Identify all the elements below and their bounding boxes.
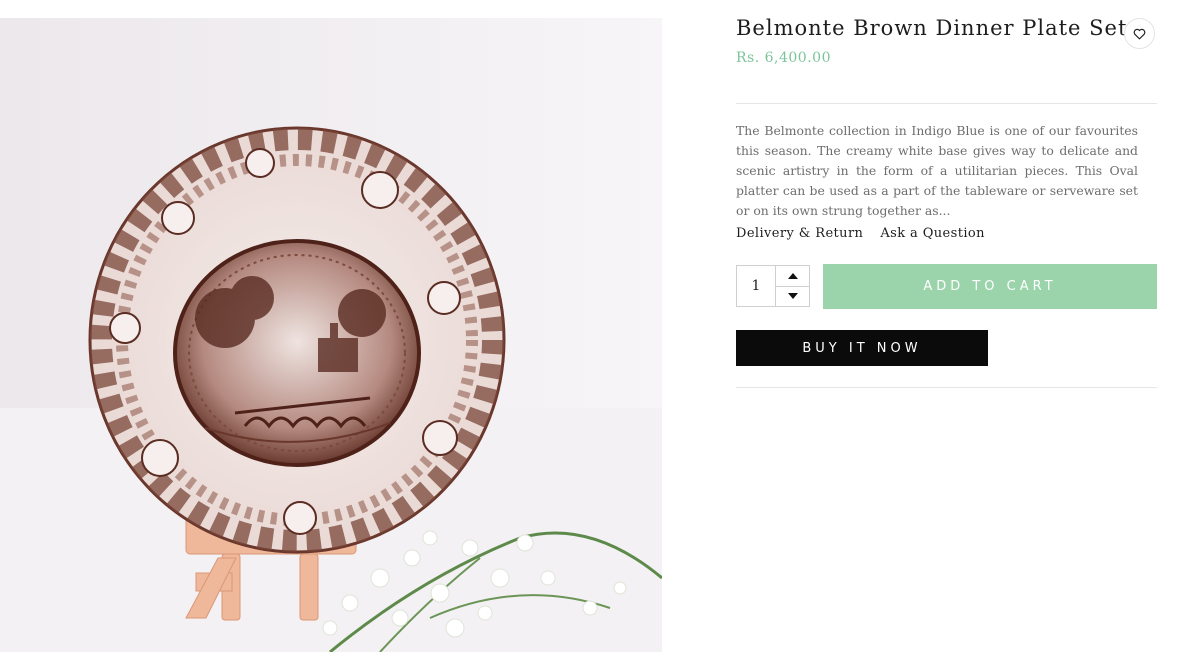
- plate: [88, 126, 506, 554]
- product-description: The Belmonte collection in Indigo Blue i…: [736, 123, 1138, 218]
- divider: [736, 103, 1157, 104]
- wishlist-button[interactable]: [1124, 18, 1155, 49]
- product-image[interactable]: [0, 18, 662, 652]
- caret-down-icon: [787, 293, 798, 300]
- heart-icon: [1133, 28, 1146, 39]
- add-to-cart-button[interactable]: ADD TO CART: [823, 264, 1157, 309]
- product-price: Rs. 6,400.00: [736, 50, 831, 66]
- delivery-return-link[interactable]: Delivery & Return: [736, 226, 863, 241]
- quantity-stepper: [736, 265, 810, 307]
- buy-now-button[interactable]: BUY IT NOW: [736, 330, 988, 366]
- quantity-increase-button[interactable]: [776, 266, 809, 286]
- quantity-buttons: [775, 266, 809, 306]
- quantity-decrease-button[interactable]: [776, 285, 809, 307]
- ask-question-link[interactable]: Ask a Question: [880, 226, 985, 241]
- info-links: Delivery & Return Ask a Question: [736, 226, 985, 241]
- product-title: Belmonte Brown Dinner Plate Set: [736, 16, 1128, 40]
- quantity-input[interactable]: [737, 266, 775, 306]
- caret-up-icon: [787, 272, 798, 279]
- plate-photo: [0, 126, 662, 652]
- divider: [736, 387, 1157, 388]
- product-details: Belmonte Brown Dinner Plate Set Rs. 6,40…: [736, 0, 1157, 652]
